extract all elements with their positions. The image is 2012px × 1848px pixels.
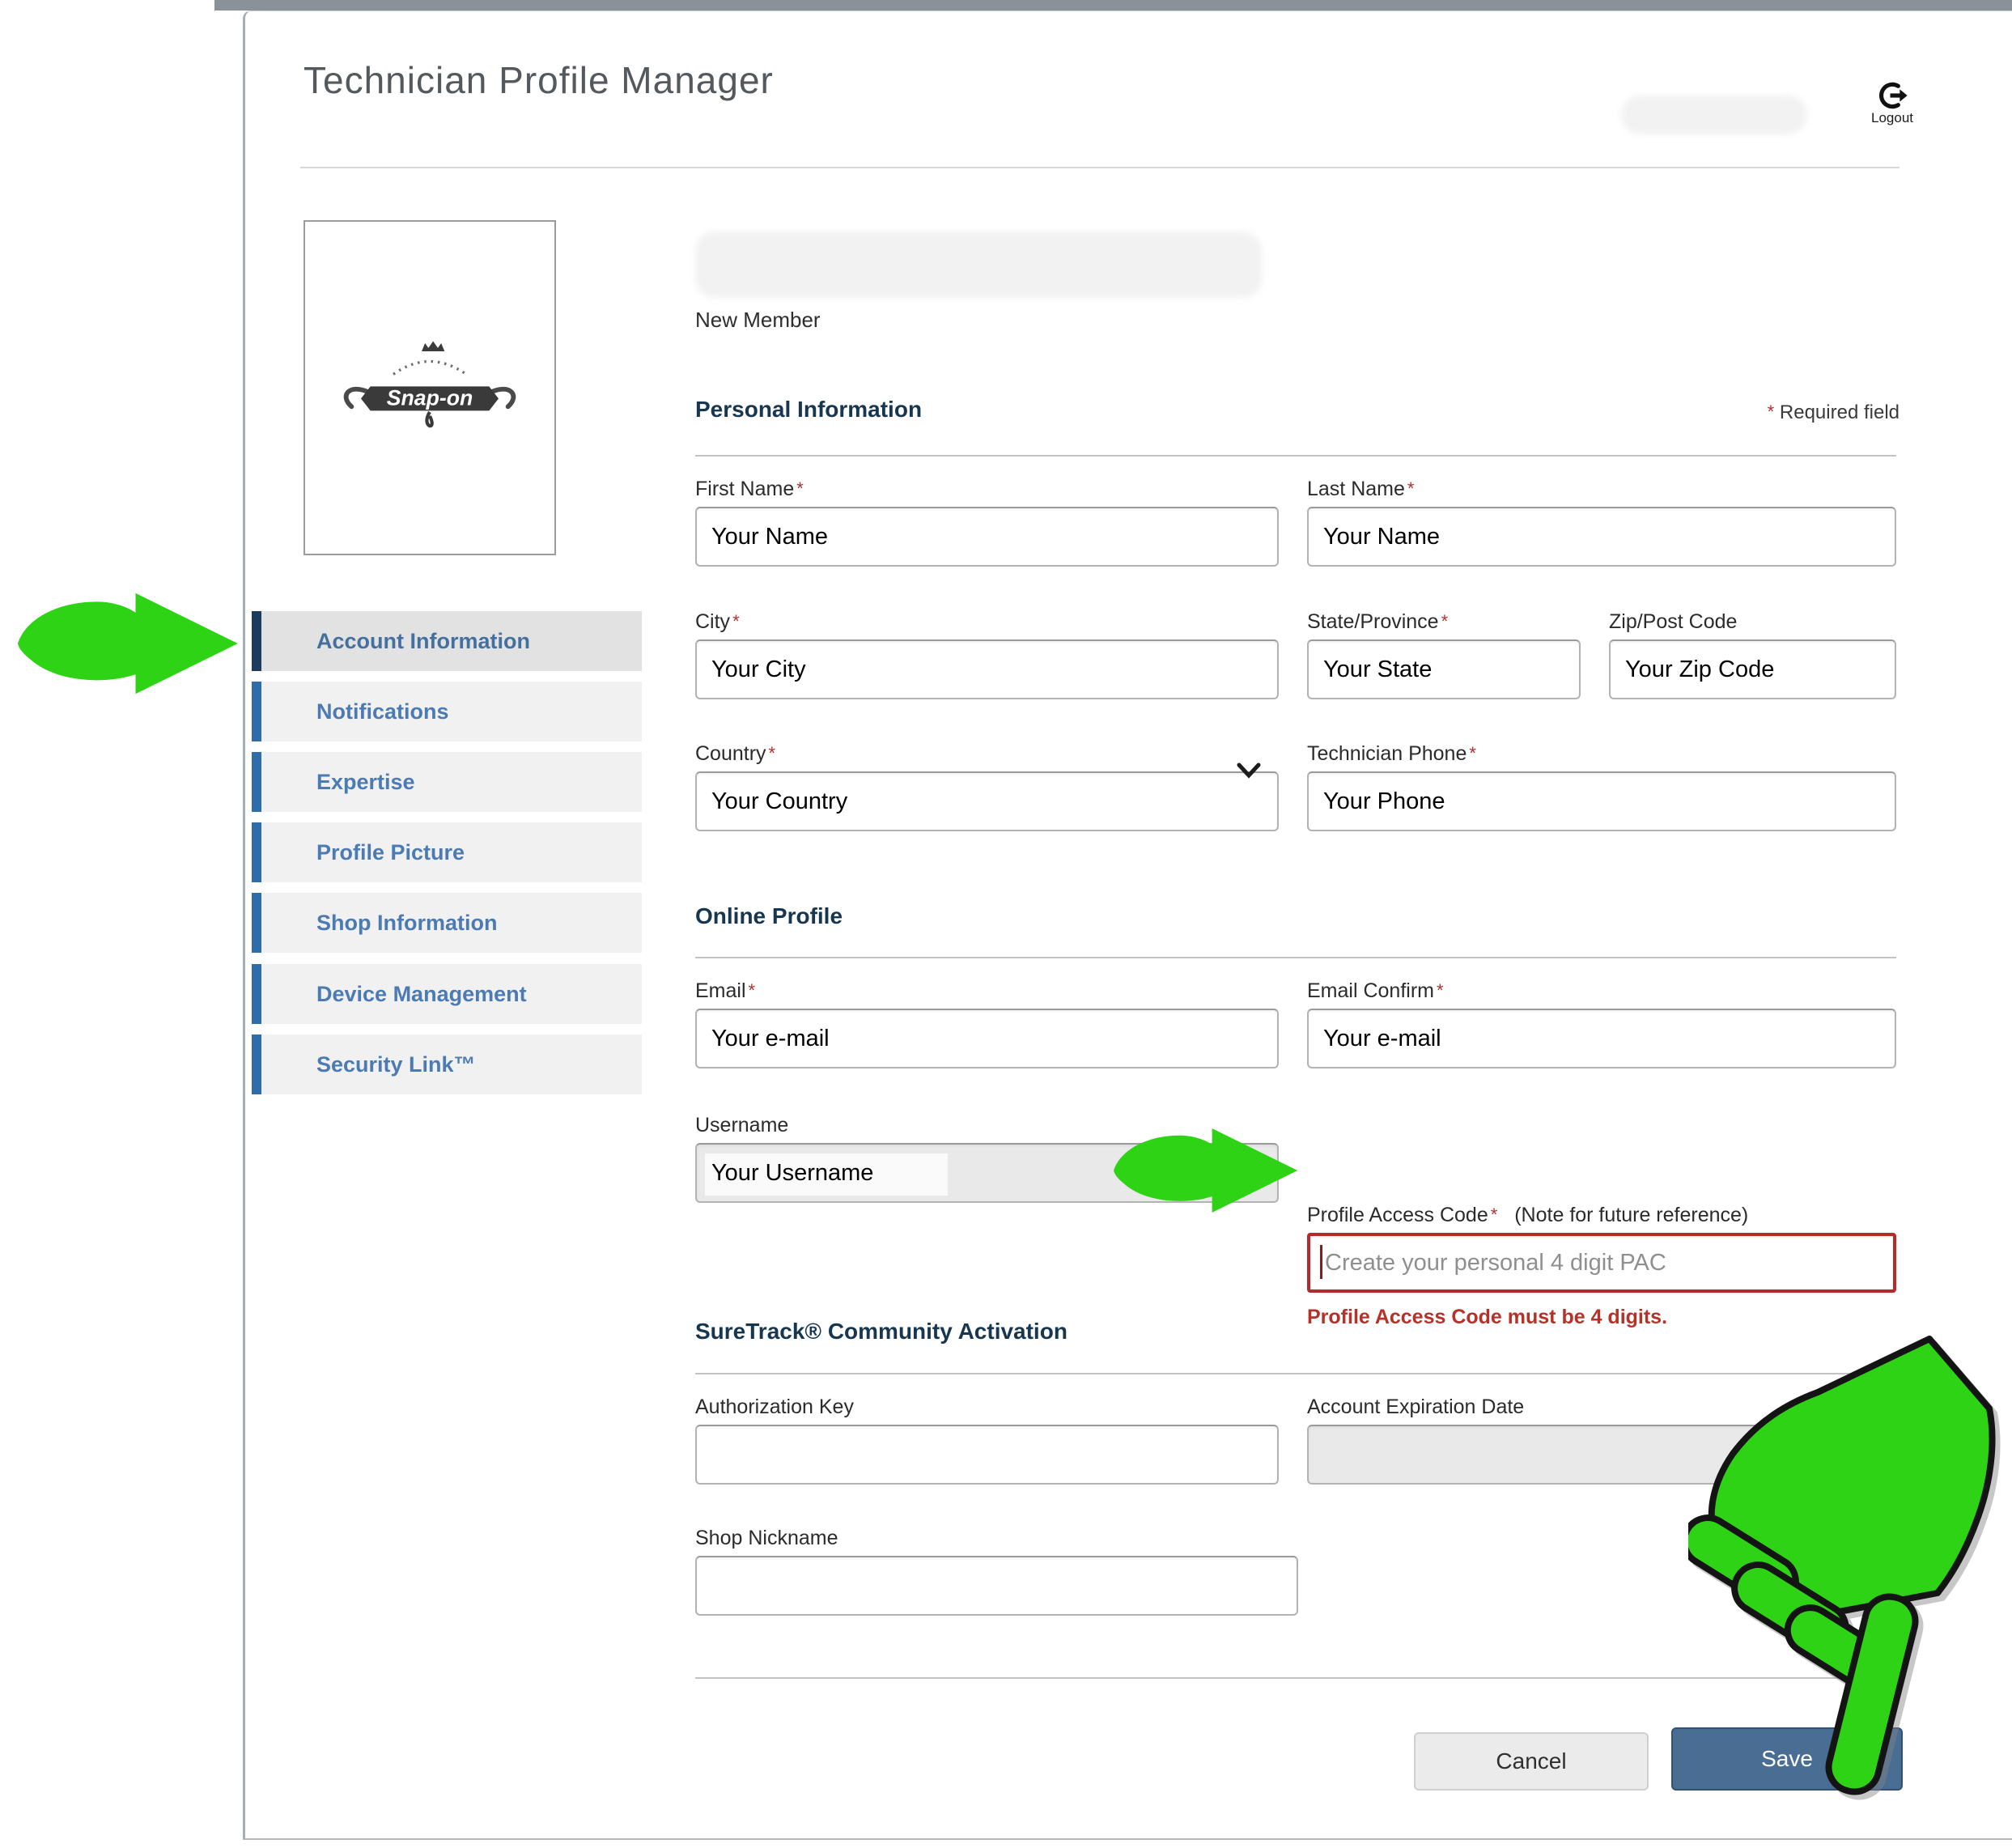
phone-input[interactable] (1307, 771, 1896, 831)
sidebar-item-profile-picture[interactable]: Profile Picture (252, 822, 642, 882)
authorization-key-field: Authorization Key (695, 1395, 1279, 1485)
text-cursor (1320, 1245, 1322, 1279)
state-field: State/Province* (1307, 610, 1581, 699)
logout-button[interactable]: Logout (1852, 79, 1933, 126)
country-field: Country* (695, 741, 1279, 831)
chevron-down-icon (1237, 763, 1261, 779)
pac-input[interactable] (1307, 1233, 1896, 1293)
brand-logo-box: Snap-on (303, 220, 556, 555)
pac-note: (Note for future reference) (1514, 1204, 1748, 1226)
annotation-arrow-profile-access-code (1099, 1125, 1309, 1216)
email-field: Email* (695, 979, 1279, 1068)
first-name-input[interactable] (695, 507, 1279, 567)
country-select[interactable] (695, 771, 1279, 831)
snapon-logo: Snap-on (329, 331, 531, 444)
zip-input[interactable] (1609, 639, 1896, 699)
sidebar-item-shop-information[interactable]: Shop Information (252, 893, 642, 953)
suretrack-heading: SureTrack® Community Activation (695, 1319, 1068, 1345)
shop-nickname-field: Shop Nickname (695, 1526, 1298, 1616)
last-name-field: Last Name* (1307, 477, 1896, 567)
shop-nickname-input[interactable] (695, 1556, 1298, 1616)
annotation-pointing-hand-save (1688, 1334, 2012, 1803)
annotation-arrow-account-information (8, 589, 244, 698)
phone-field: Technician Phone* (1307, 741, 1896, 831)
email-confirm-field: Email Confirm* (1307, 979, 1896, 1068)
online-profile-heading: Online Profile (695, 903, 843, 929)
technician-profile-manager-page: { "ui": { "required_mark": "*" }, "heade… (0, 0, 2012, 1848)
email-confirm-input[interactable] (1307, 1009, 1896, 1068)
cancel-button[interactable]: Cancel (1414, 1732, 1649, 1791)
svg-text:Snap-on: Snap-on (387, 386, 473, 410)
logout-label: Logout (1852, 110, 1933, 126)
section-divider (695, 957, 1896, 958)
member-status: New Member (695, 308, 821, 333)
email-input[interactable] (695, 1009, 1279, 1068)
header-divider (300, 167, 1900, 168)
state-input[interactable] (1307, 639, 1581, 699)
page-title: Technician Profile Manager (303, 58, 774, 102)
sidebar-item-account-information[interactable]: Account Information (252, 611, 642, 671)
pac-error-message: Profile Access Code must be 4 digits. (1307, 1306, 1896, 1329)
redacted-username (1621, 96, 1807, 134)
first-name-field: First Name* (695, 477, 1279, 567)
sidebar-item-notifications[interactable]: Notifications (252, 682, 642, 741)
zip-field: Zip/Post Code (1609, 610, 1896, 699)
last-name-input[interactable] (1307, 507, 1896, 567)
sidebar-item-device-management[interactable]: Device Management (252, 964, 642, 1024)
required-field-note: * Required field (1621, 401, 1900, 424)
city-field: City* (695, 610, 1279, 699)
section-divider (695, 455, 1896, 457)
city-input[interactable] (695, 639, 1279, 699)
redacted-member-name (695, 232, 1262, 298)
window-top-bar (214, 0, 2012, 11)
profile-access-code-field: Profile Access Code* (Note for future re… (1307, 1203, 1896, 1329)
sidebar-item-expertise[interactable]: Expertise (252, 752, 642, 812)
sidebar-item-security-link[interactable]: Security Link™ (252, 1034, 642, 1094)
logout-icon (1876, 79, 1908, 112)
authorization-key-input[interactable] (695, 1425, 1279, 1485)
personal-information-heading: Personal Information (695, 397, 922, 423)
